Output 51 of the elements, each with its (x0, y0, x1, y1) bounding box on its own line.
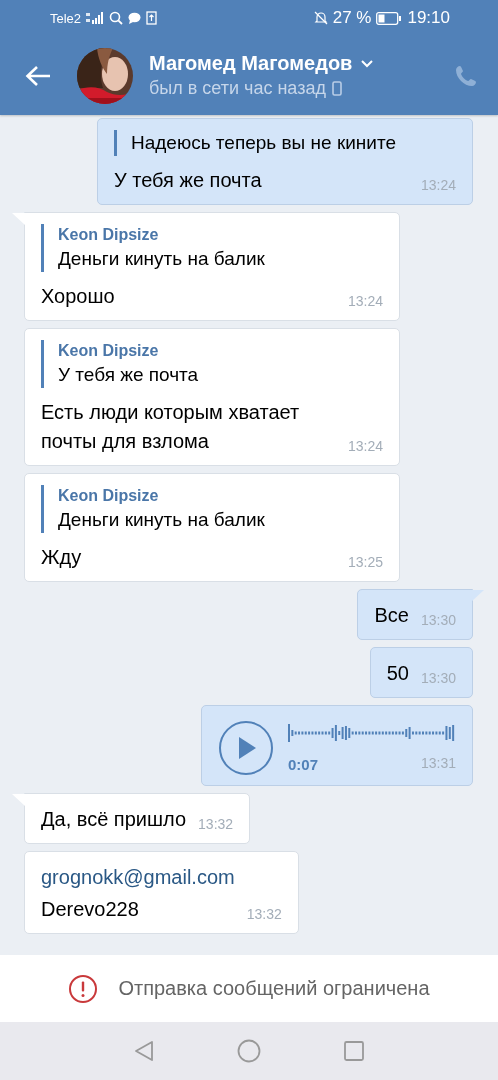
muted-bell-icon (313, 11, 328, 25)
phone-device-icon (331, 81, 342, 96)
message-text: Да, всё пришло (41, 807, 187, 832)
clock: 19:10 (407, 8, 450, 28)
chevron-down-icon[interactable] (360, 59, 375, 68)
warning-icon (68, 973, 99, 1004)
upload-icon (146, 11, 158, 25)
message-time: 13:30 (420, 612, 456, 630)
message-text: У тебя же почта (114, 168, 262, 193)
quote-author: Keon Dipsize (58, 342, 160, 360)
message-text: Есть люди которым хватает почты для взлома (41, 400, 301, 454)
reply-quote[interactable]: Keon Dipsize Деньги кинуть на балик (41, 485, 383, 533)
phone-icon[interactable] (454, 63, 478, 88)
quote-text: Деньги кинуть на балик (58, 248, 266, 270)
reply-quote[interactable]: Надеюсь теперь вы не кините (114, 130, 456, 156)
message-text: Жду (41, 545, 82, 570)
battery-percent: 27 % (332, 8, 372, 28)
message-time: 13:32 (198, 816, 234, 834)
message-time: 13:24 (347, 293, 383, 311)
carrier-name: Tele2 (50, 10, 82, 26)
restriction-notice: Отправка сообщений ограничена (118, 977, 430, 1000)
message-time: 13:25 (347, 554, 383, 572)
message-time: 13:31 (420, 755, 456, 773)
message-time: 13:24 (420, 177, 456, 195)
search-icon (109, 11, 124, 25)
home-icon[interactable] (237, 1039, 261, 1063)
quote-author: Keon Dipsize (58, 487, 160, 505)
battery-icon (376, 11, 403, 25)
voice-duration: 0:07 (288, 756, 319, 773)
message-time: 13:32 (246, 906, 282, 924)
message-text: 50 (386, 661, 409, 686)
message-text: Хорошо (41, 284, 115, 309)
play-button[interactable] (218, 720, 274, 776)
quote-text: Деньги кинуть на балик (58, 509, 266, 531)
message-time: 13:30 (420, 670, 456, 688)
reply-quote[interactable]: Keon Dipsize Деньги кинуть на балик (41, 224, 383, 272)
last-seen-status: был в сети час назад (149, 78, 326, 99)
chat-bubble-icon (128, 12, 142, 24)
message-text: Все (374, 603, 409, 628)
quote-author: Keon Dipsize (58, 226, 160, 244)
signal-icon (86, 12, 105, 24)
back-icon[interactable] (133, 1040, 155, 1062)
contact-name[interactable]: Магомед Магомедов (149, 52, 353, 75)
message-text: Derevo228 (41, 897, 140, 922)
quote-text: У тебя же почта (58, 364, 200, 386)
recent-apps-icon[interactable] (343, 1040, 365, 1062)
quote-text: Надеюсь теперь вы не кините (131, 132, 397, 154)
reply-quote[interactable]: Keon Dipsize У тебя же почта (41, 340, 383, 388)
message-time: 13:24 (347, 438, 383, 456)
back-arrow-icon[interactable] (25, 64, 51, 87)
email-link[interactable]: grognokk@gmail.com (41, 863, 235, 892)
